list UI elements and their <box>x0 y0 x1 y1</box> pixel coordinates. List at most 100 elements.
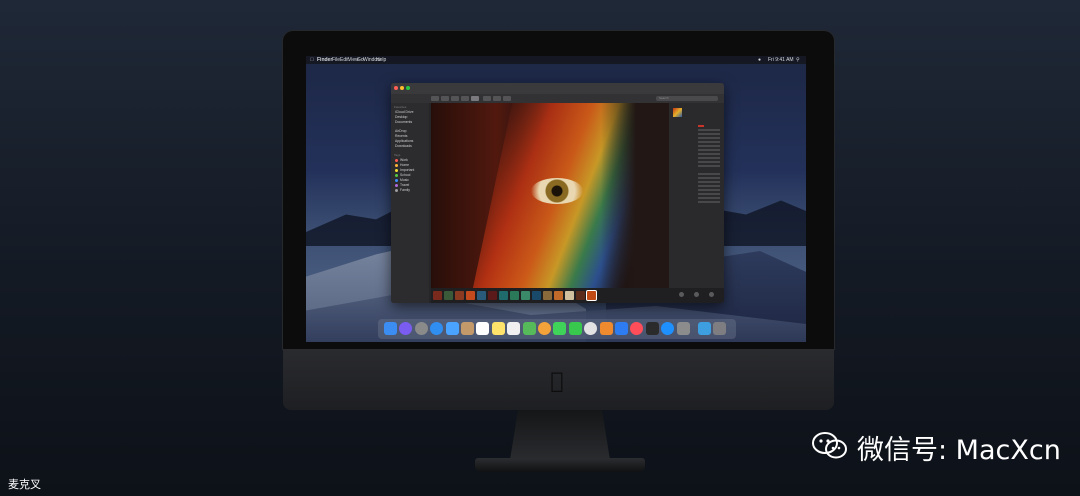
tag-label: Family <box>400 188 410 192</box>
tag-label: Work <box>400 158 408 162</box>
app-store-icon[interactable] <box>661 322 675 335</box>
itunes-icon[interactable] <box>584 322 598 335</box>
downloads-folder-icon[interactable] <box>698 322 711 335</box>
tag-dot-icon <box>395 168 398 172</box>
metadata-row <box>672 181 722 185</box>
filmstrip-thumbnail[interactable] <box>576 291 585 300</box>
sidebar-header-tags: Tags <box>394 153 401 157</box>
filmstrip-thumbnail[interactable] <box>565 291 574 300</box>
rotate-left-icon[interactable] <box>679 292 684 297</box>
sidebar-item-downloads[interactable]: Downloads <box>395 144 412 149</box>
tag-label: Important <box>400 168 415 172</box>
keynote-icon[interactable] <box>615 322 628 335</box>
calendar-icon[interactable] <box>476 322 490 335</box>
sidebar-tag-family[interactable]: Family <box>395 188 410 193</box>
view-list-button[interactable] <box>451 96 459 101</box>
metadata-row <box>672 193 722 197</box>
window-titlebar[interactable] <box>391 83 724 94</box>
system-preferences-icon[interactable] <box>676 322 690 335</box>
tag-label: Travel <box>400 183 410 187</box>
filmstrip-thumbnail[interactable] <box>510 291 519 300</box>
more-icon[interactable] <box>709 292 714 297</box>
stocks-icon[interactable] <box>645 322 659 335</box>
window-toolbar: Search <box>391 94 724 103</box>
reminders-icon[interactable] <box>507 322 521 335</box>
trash-icon[interactable] <box>713 322 727 335</box>
dock <box>378 319 736 339</box>
markup-icon[interactable] <box>694 292 699 297</box>
back-button[interactable] <box>431 96 439 101</box>
file-thumbnail <box>673 108 682 117</box>
filmstrip-thumbnail[interactable] <box>477 291 486 300</box>
filmstrip-thumbnail[interactable] <box>455 291 464 300</box>
filmstrip-thumbnail[interactable] <box>466 291 475 300</box>
filmstrip-thumbnail[interactable] <box>532 291 541 300</box>
apple-menu-icon[interactable]:  <box>310 56 314 64</box>
finder-window: Search Favorites iCloud Drive Desktop Do… <box>391 83 724 303</box>
imac-stand-foot <box>475 458 645 472</box>
siri-icon[interactable] <box>399 322 413 335</box>
messages-icon[interactable] <box>553 322 567 335</box>
metadata-row <box>672 177 722 181</box>
maps-icon[interactable] <box>522 322 536 335</box>
metadata-row <box>672 157 722 161</box>
contacts-icon[interactable] <box>461 322 474 335</box>
facetime-icon[interactable] <box>568 322 582 335</box>
group-button[interactable] <box>483 96 491 101</box>
view-icons-button[interactable] <box>441 96 449 101</box>
notes-icon[interactable] <box>491 322 505 335</box>
view-gallery-button[interactable] <box>471 96 479 101</box>
action-button[interactable] <box>493 96 501 101</box>
launchpad-icon[interactable] <box>414 322 428 335</box>
filmstrip-thumbnail[interactable] <box>433 291 442 300</box>
tag-dot-icon <box>395 173 398 177</box>
close-button[interactable] <box>394 86 398 90</box>
filmstrip-thumbnail[interactable] <box>554 291 563 300</box>
tag-dot-icon <box>395 178 398 182</box>
metadata-row <box>672 173 722 177</box>
books-icon[interactable] <box>599 322 613 335</box>
filmstrip-thumbnail[interactable] <box>499 291 508 300</box>
mail-icon[interactable] <box>445 322 459 335</box>
view-columns-button[interactable] <box>461 96 469 101</box>
news-icon[interactable] <box>630 322 644 335</box>
menu-app-name[interactable]: Finder <box>317 56 332 64</box>
filmstrip-thumbnail[interactable] <box>543 291 552 300</box>
share-button[interactable] <box>503 96 511 101</box>
gallery-preview-image[interactable] <box>431 103 669 288</box>
menu-file[interactable]: File <box>332 56 340 64</box>
zoom-button[interactable] <box>406 86 410 90</box>
tag-label: School <box>400 173 411 177</box>
metadata-row <box>672 197 722 201</box>
filmstrip-thumbnail[interactable] <box>488 291 497 300</box>
metadata-row <box>672 125 722 129</box>
desktop-screen:  Finder File Edit View Go Window Help ●… <box>306 56 806 342</box>
search-input[interactable]: Search <box>656 96 718 101</box>
safari-icon[interactable] <box>430 322 444 335</box>
tag-dot-icon <box>395 163 398 167</box>
imac-stand <box>510 410 610 460</box>
source-label: 麦克叉 <box>8 478 41 491</box>
spotlight-icon[interactable]: ⚲ <box>796 56 800 64</box>
wechat-account-label: 微信号: MacXcn <box>857 435 1061 466</box>
menu-clock[interactable]: Fri 9:41 AM <box>768 56 794 64</box>
filmstrip-thumbnail[interactable] <box>444 291 453 300</box>
minimize-button[interactable] <box>400 86 404 90</box>
sidebar-item-documents[interactable]: Documents <box>395 120 412 125</box>
tag-dot-icon <box>395 158 398 162</box>
gallery-filmstrip <box>431 288 671 303</box>
wifi-icon[interactable]: ● <box>758 56 761 64</box>
filmstrip-thumbnail[interactable] <box>521 291 530 300</box>
finder-icon[interactable] <box>384 322 397 335</box>
tag-label: Music <box>400 178 409 182</box>
photos-icon[interactable] <box>538 322 551 335</box>
metadata-row <box>672 149 722 153</box>
metadata-row <box>672 189 722 193</box>
metadata-row <box>672 141 722 145</box>
menu-help[interactable]: Help <box>376 56 386 64</box>
preview-shadow <box>601 103 669 288</box>
filmstrip-thumbnail[interactable] <box>586 290 597 301</box>
metadata-row <box>672 185 722 189</box>
metadata-row <box>672 201 722 205</box>
apple-logo-icon:  <box>545 370 569 394</box>
